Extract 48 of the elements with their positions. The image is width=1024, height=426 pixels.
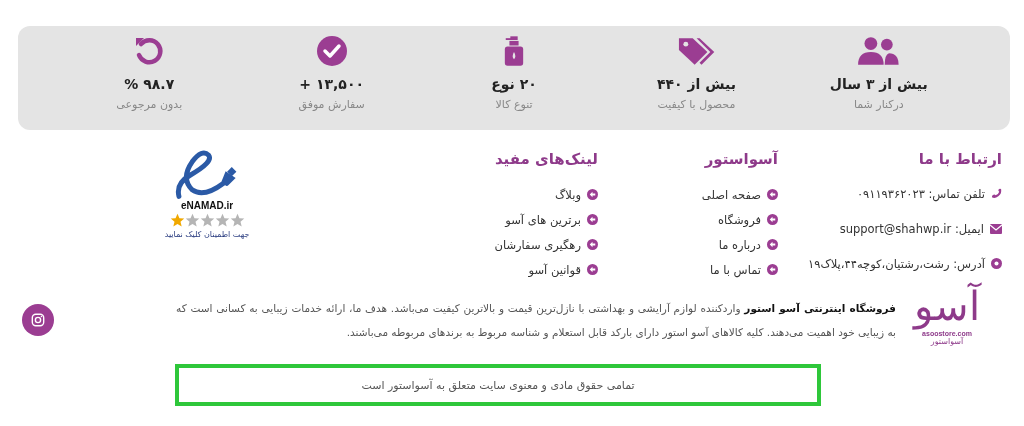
logo-wordmark: آسو [914, 282, 980, 330]
footer-link[interactable]: رهگیری سفارشان [494, 237, 581, 252]
stat-value: ۱۳,۵۰۰ + [299, 76, 364, 92]
column-heading: ارتباط با ما [917, 150, 1002, 168]
footer-link[interactable]: قوانین آسو [528, 262, 581, 277]
arrow-circle-icon [587, 239, 598, 250]
arrow-circle-icon [587, 214, 598, 225]
undo-icon [133, 35, 166, 67]
stat-label: محصول با کیفیت [657, 98, 736, 111]
stat-value: ۹۸.۷ % [124, 76, 175, 92]
bottle-icon [503, 35, 526, 67]
arrow-circle-icon [767, 239, 778, 250]
column-heading: لینک‌های مفید [493, 150, 598, 168]
enamad-label: eNAMAD.ir [180, 200, 234, 211]
footer-link[interactable]: فروشگاه [718, 212, 761, 227]
envelope-icon [990, 223, 1002, 234]
arrow-circle-icon [767, 214, 778, 225]
logo-caption: آسواستور [930, 337, 964, 346]
footer-link[interactable]: برترین های آسو [505, 212, 581, 227]
stat-label: بدون مرجوعی [116, 98, 183, 111]
check-circle-icon [315, 35, 348, 67]
stat-value: بیش از ۳ سال [829, 76, 928, 92]
arrow-circle-icon [767, 264, 778, 275]
about-paragraph: فروشگاه اینترنتی آسو استور واردکننده لوازم آرایشی و بهداشتی با نازل‌ترین قیمت و بالاترین کیفیت می‌باشد. هدف ما، ارائه خدمات زیبایی به کسانی است که به زیبایی خود اهمیت می‌دهند. کلیه کالاهای آسو استور دارای بارکد قابل استعلام و شناسه مربوط به برندهای مربوطه می‌باشند. [176, 301, 896, 341]
contact-text: ایمیل: support@shahwp.ir [839, 221, 984, 236]
copyright-text: تمامی حقوق مادی و معنوی سایت متعلق به آسواستور است [175, 364, 821, 406]
enamad-caption: جهت اطمینان کلیک نمایید [164, 230, 250, 239]
column-heading: آسواستور [703, 150, 778, 168]
stat-value: ۲۰ نوع [491, 76, 537, 92]
arrow-circle-icon [767, 189, 778, 200]
instagram-button[interactable] [22, 304, 54, 336]
tags-icon [676, 35, 717, 67]
footer-link[interactable]: صفحه اصلی [701, 187, 761, 202]
arrow-circle-icon [587, 264, 598, 275]
instagram-icon [31, 313, 45, 327]
footer-link[interactable]: تماس با ما [709, 262, 761, 277]
phone-icon [991, 188, 1002, 199]
users-icon [857, 35, 901, 67]
contact-text: آدرس: رشت،رشتیان،کوچه۴۴،پلاک۱۹ [808, 256, 985, 271]
dot-circle-icon [991, 258, 1002, 269]
footer-link[interactable]: وبلاگ [555, 187, 581, 202]
stat-value: بیش از ۴۴۰ [656, 76, 736, 92]
arrow-circle-icon [587, 189, 598, 200]
contact-text: تلفن تماس: ۰۹۱۱۹۳۶۲۰۲۳ [856, 186, 985, 201]
footer-link[interactable]: درباره ما [718, 237, 761, 252]
stat-label: تنوع کالا [495, 98, 533, 111]
stat-label: درکنار شما [853, 98, 904, 111]
stat-label: سفارش موفق [298, 98, 365, 111]
